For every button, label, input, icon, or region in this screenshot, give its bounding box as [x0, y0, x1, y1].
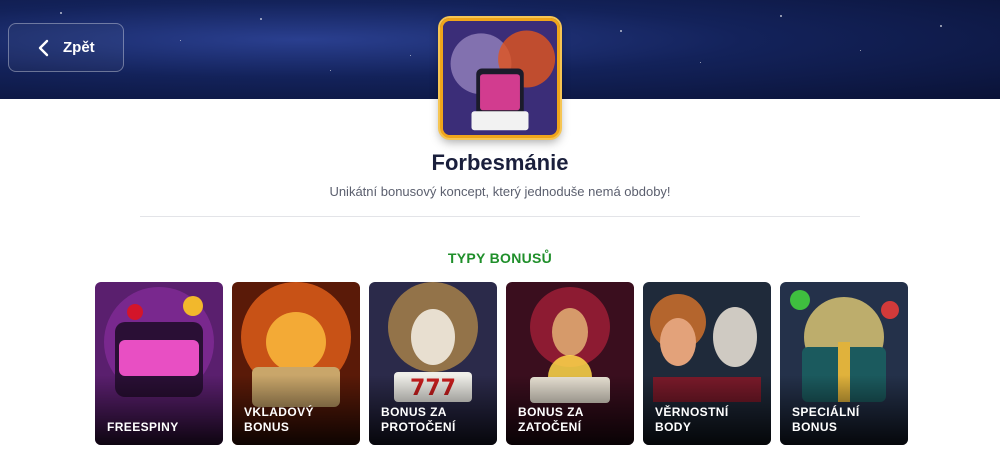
page-title: Forbesmánie [431, 150, 569, 175]
bonus-card-bonus-za-protoceni[interactable]: 777 BONUS ZA PROTOČENÍ [369, 282, 497, 445]
bonus-card-specialni-bonus[interactable]: SPECIÁLNÍ BONUS [780, 282, 908, 445]
bonus-card-label: VKLADOVÝ BONUS [244, 405, 314, 434]
back-button[interactable]: Zpět [8, 23, 124, 72]
divider [140, 216, 860, 217]
bonus-card-label: FREESPINY [107, 420, 179, 434]
bonus-type-list: FREESPINY VKLADOVÝ BONUS 777 BONUS ZA PR [95, 282, 908, 445]
bonus-card-freespiny[interactable]: FREESPINY [95, 282, 223, 445]
bonus-card-vkladovy-bonus[interactable]: VKLADOVÝ BONUS [232, 282, 360, 445]
bonus-card-label: VĚRNOSTNÍ BODY [655, 405, 729, 434]
bonus-card-bonus-za-zatoceni[interactable]: BONUS ZA ZATOČENÍ [506, 282, 634, 445]
bonus-card-label: BONUS ZA PROTOČENÍ [381, 405, 456, 434]
chevron-left-icon [38, 39, 49, 56]
promo-image [440, 18, 560, 138]
section-heading: TYPY BONUSŮ [447, 250, 553, 266]
bonus-card-label: BONUS ZA ZATOČENÍ [518, 405, 584, 434]
page-subtitle: Unikátní bonusový koncept, který jednodu… [329, 184, 671, 199]
bonus-card-label: SPECIÁLNÍ BONUS [792, 405, 860, 434]
bonus-card-vernostni-body[interactable]: VĚRNOSTNÍ BODY [643, 282, 771, 445]
back-button-label: Zpět [63, 39, 95, 56]
